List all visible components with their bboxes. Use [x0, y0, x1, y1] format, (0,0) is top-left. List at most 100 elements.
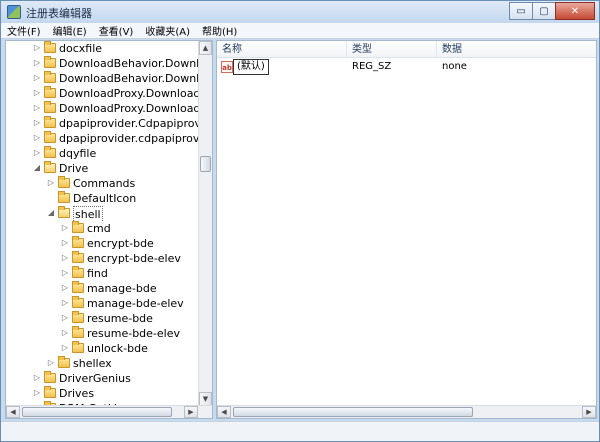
window-title: 注册表编辑器: [26, 7, 92, 20]
tree-item[interactable]: ▷ dpapiprovider.Cdpapiprovide: [6, 116, 200, 131]
column-header-name[interactable]: 名称: [217, 41, 347, 58]
registry-editor-window: 注册表编辑器 ▭ ▢ ✕ 文件(F) 编辑(E) 查看(V) 收藏夹(A) 帮助…: [0, 0, 600, 442]
folder-icon: [44, 56, 56, 68]
list-scroll-right-icon[interactable]: ▶: [582, 406, 596, 418]
menu-edit[interactable]: 编辑(E): [53, 23, 87, 38]
folder-open-icon: [44, 161, 56, 173]
folder-icon: [72, 311, 84, 323]
tree-item[interactable]: DefaultIcon: [6, 191, 200, 206]
tree-item[interactable]: ▷ manage-bde: [6, 281, 200, 296]
folder-icon: [44, 86, 56, 98]
scroll-left-icon[interactable]: ◀: [6, 406, 20, 418]
folder-icon: [72, 251, 84, 263]
menu-favorites[interactable]: 收藏夹(A): [145, 23, 190, 38]
tree-item[interactable]: ◢ Drive: [6, 161, 200, 176]
tree-item[interactable]: ▷ resume-bde: [6, 311, 200, 326]
scroll-down-icon[interactable]: ▼: [199, 392, 212, 406]
expand-arrow-icon[interactable]: ▷: [46, 177, 56, 189]
value-name[interactable]: (默认): [233, 59, 269, 75]
list-item[interactable]: ab (默认) REG_SZ none: [217, 59, 596, 75]
tree-item[interactable]: ▷ DownloadBehavior.Download: [6, 71, 200, 86]
column-header-data[interactable]: 数据: [437, 41, 596, 58]
tree-item[interactable]: ▷ DriverGenius: [6, 371, 200, 386]
expand-arrow-icon[interactable]: ▷: [32, 132, 42, 144]
expand-arrow-icon[interactable]: ▷: [60, 297, 70, 309]
collapse-arrow-icon[interactable]: ◢: [46, 207, 56, 219]
tree-item[interactable]: ▷ DownloadProxy.Downloader.1: [6, 101, 200, 116]
expand-arrow-icon[interactable]: ▷: [60, 237, 70, 249]
folder-icon: [44, 386, 56, 398]
tree-item-label: manage-bde-elev: [87, 297, 184, 310]
tree-item-label: Drive: [59, 162, 89, 175]
registry-key-tree[interactable]: ▷ docxfile ▷ DownloadBehavior.Download ▷ Down…: [5, 40, 213, 419]
expand-arrow-icon[interactable]: ▷: [32, 72, 42, 84]
expand-arrow-icon[interactable]: ▷: [60, 222, 70, 234]
tree-vertical-scrollbar[interactable]: ▲ ▼: [198, 41, 212, 406]
folder-icon: [58, 176, 70, 188]
tree-item-label: shellex: [73, 357, 112, 370]
tree-item[interactable]: ▷ DownloadBehavior.Download: [6, 56, 200, 71]
tree-item[interactable]: ▷ manage-bde-elev: [6, 296, 200, 311]
scroll-right-icon[interactable]: ▶: [184, 406, 198, 418]
expand-arrow-icon[interactable]: ▷: [32, 117, 42, 129]
expand-arrow-icon[interactable]: ▷: [60, 312, 70, 324]
list-horizontal-scrollbar[interactable]: ◀ ▶: [217, 405, 596, 418]
tree-item[interactable]: ▷ encrypt-bde-elev: [6, 251, 200, 266]
expand-arrow-icon[interactable]: ▷: [32, 372, 42, 384]
tree-scroll-thumb[interactable]: [200, 156, 211, 172]
tree-item-label: dpapiprovider.Cdpapiprovide: [59, 117, 200, 130]
maximize-button[interactable]: ▢: [532, 2, 556, 20]
expand-arrow-icon[interactable]: ▷: [32, 42, 42, 54]
tree-item[interactable]: ▷ find: [6, 266, 200, 281]
tree-item[interactable]: ▷ resume-bde-elev: [6, 326, 200, 341]
collapse-arrow-icon[interactable]: ◢: [32, 162, 42, 174]
expand-arrow-icon[interactable]: ▷: [60, 327, 70, 339]
folder-icon: [44, 371, 56, 383]
minimize-button[interactable]: ▭: [509, 2, 533, 20]
tree-item[interactable]: ▷ DownloadProxy.Downloader: [6, 86, 200, 101]
tree-item[interactable]: ▷ encrypt-bde: [6, 236, 200, 251]
tree-item-label: DownloadProxy.Downloader: [59, 87, 200, 100]
tree-item-label: Drives: [59, 387, 95, 400]
menu-file[interactable]: 文件(F): [7, 23, 41, 38]
title-bar[interactable]: 注册表编辑器 ▭ ▢ ✕: [1, 1, 599, 23]
tree-item[interactable]: ▷ unlock-bde: [6, 341, 200, 356]
list-header: 名称 类型 数据: [217, 41, 596, 58]
tree-item[interactable]: ▷ shellex: [6, 356, 200, 371]
tree-item-label: shell: [73, 206, 103, 221]
tree-item-label: find: [87, 267, 108, 280]
menu-help[interactable]: 帮助(H): [202, 23, 237, 38]
scroll-up-icon[interactable]: ▲: [199, 41, 212, 55]
expand-arrow-icon[interactable]: ▷: [60, 342, 70, 354]
list-scroll-left-icon[interactable]: ◀: [217, 406, 231, 418]
expand-arrow-icon[interactable]: ▷: [60, 252, 70, 264]
expand-arrow-icon[interactable]: ▷: [32, 87, 42, 99]
tree-item-label: resume-bde-elev: [87, 327, 181, 340]
tree-item[interactable]: ▷ Drives: [6, 386, 200, 401]
tree-horizontal-scrollbar[interactable]: ◀ ▶: [6, 405, 212, 418]
folder-open-icon: [58, 206, 70, 218]
expand-arrow-icon[interactable]: ▷: [32, 102, 42, 114]
folder-icon: [44, 101, 56, 113]
tree-item[interactable]: ◢ shell: [6, 206, 200, 221]
menu-view[interactable]: 查看(V): [99, 23, 134, 38]
expand-arrow-icon[interactable]: ▷: [32, 387, 42, 399]
tree-item[interactable]: ▷ docxfile: [6, 41, 200, 56]
tree-item[interactable]: ▷ Commands: [6, 176, 200, 191]
tree-hscroll-thumb[interactable]: [22, 407, 172, 417]
close-button[interactable]: ✕: [555, 2, 595, 20]
expand-arrow-icon[interactable]: ▷: [60, 267, 70, 279]
tree-item-label: DriverGenius: [59, 372, 131, 385]
registry-values-list[interactable]: 名称 类型 数据 ab (默认) REG_SZ none ◀ ▶: [216, 40, 597, 419]
tree-item[interactable]: ▷ cmd: [6, 221, 200, 236]
tree-item[interactable]: ▷ dpapiprovider.cdpapiprovide: [6, 131, 200, 146]
value-type: REG_SZ: [352, 61, 392, 72]
expand-arrow-icon[interactable]: ▷: [32, 147, 42, 159]
expand-arrow-icon[interactable]: ▷: [46, 357, 56, 369]
list-hscroll-thumb[interactable]: [233, 407, 473, 417]
tree-item[interactable]: ▷ dqyfile: [6, 146, 200, 161]
expand-arrow-icon[interactable]: ▷: [32, 57, 42, 69]
column-header-type[interactable]: 类型: [347, 41, 437, 58]
tree-item-label: DefaultIcon: [73, 192, 137, 205]
expand-arrow-icon[interactable]: ▷: [60, 282, 70, 294]
